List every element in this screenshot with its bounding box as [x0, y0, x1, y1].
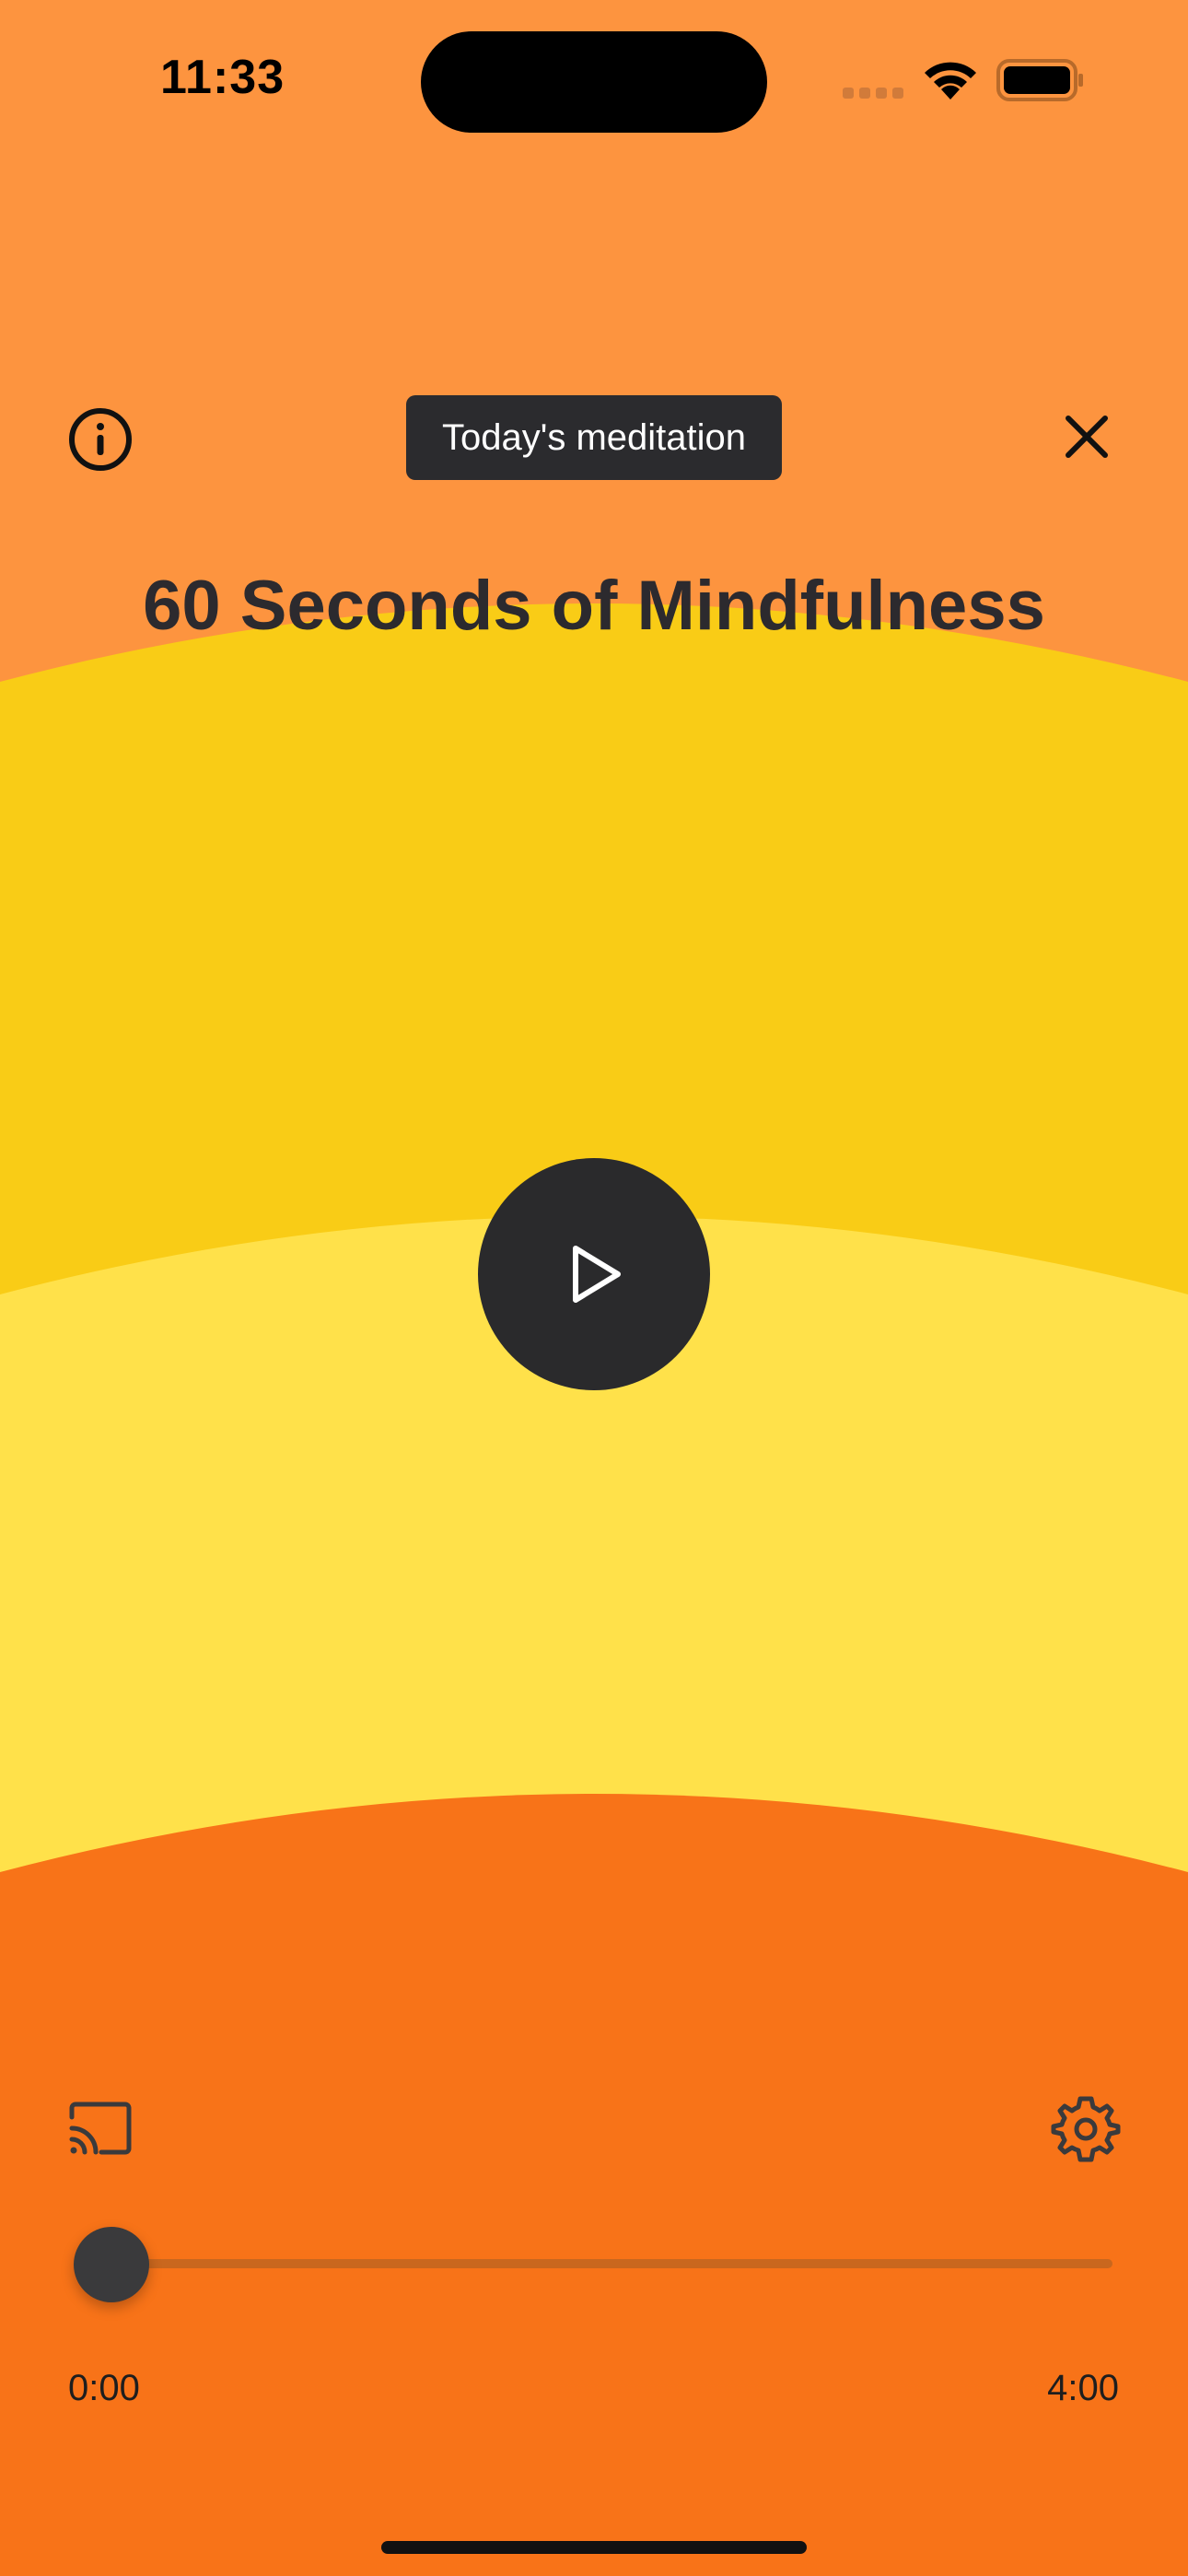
- info-button[interactable]: [68, 407, 133, 472]
- info-icon: [69, 408, 132, 471]
- settings-button[interactable]: [1050, 2093, 1122, 2165]
- elapsed-time: 0:00: [68, 2368, 140, 2408]
- cast-icon: [69, 2102, 132, 2155]
- gear-icon: [1051, 2096, 1121, 2162]
- cellular-signal-icon: [843, 87, 909, 103]
- battery-icon: [996, 59, 1083, 101]
- status-time: 11:33: [160, 51, 285, 104]
- progress-knob[interactable]: [74, 2227, 149, 2302]
- home-indicator: [381, 2541, 807, 2554]
- wifi-icon: [925, 62, 976, 100]
- close-button[interactable]: [1059, 409, 1114, 464]
- cast-button[interactable]: [68, 2101, 133, 2156]
- dynamic-island: [421, 31, 767, 133]
- close-icon: [1066, 416, 1108, 458]
- meditation-title: 60 Seconds of Mindfulness: [143, 567, 1045, 645]
- total-duration: 4:00: [1047, 2368, 1119, 2408]
- play-icon: [573, 1246, 621, 1303]
- progress-track[interactable]: [111, 2259, 1112, 2268]
- play-button[interactable]: [478, 1158, 710, 1390]
- todays-meditation-tooltip: Today's meditation: [406, 395, 782, 480]
